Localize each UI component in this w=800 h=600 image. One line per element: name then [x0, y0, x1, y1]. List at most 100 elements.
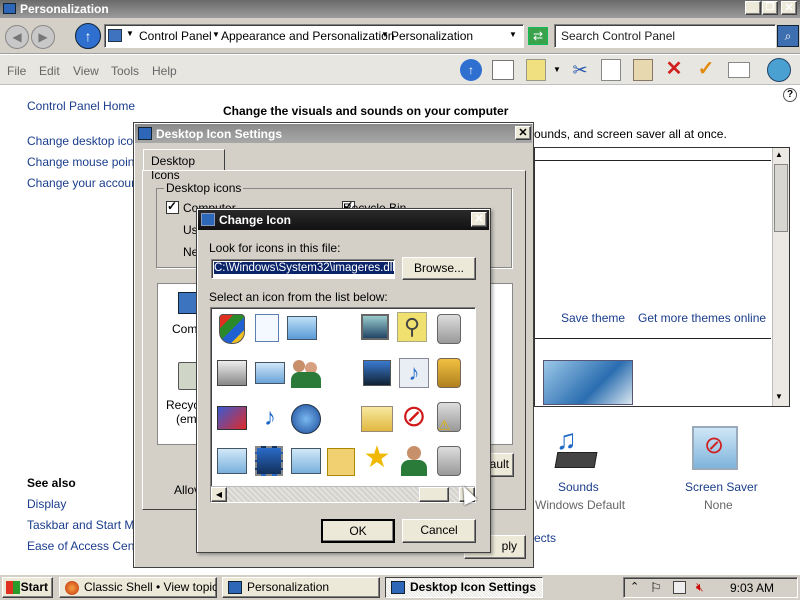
back-button[interactable]: ◀	[5, 25, 29, 49]
printer-icon[interactable]	[217, 360, 247, 386]
file-path-input[interactable]: C:\Windows\System32\imageres.dll	[211, 259, 395, 279]
cut-icon[interactable]: ✂	[569, 59, 591, 81]
icon-list-scrollbar[interactable]: ◀ ▶	[211, 486, 475, 502]
change-icon-close-button[interactable]: ✕	[471, 212, 487, 227]
theme-thumbnail[interactable]	[543, 360, 633, 405]
folders-icon[interactable]	[492, 60, 514, 80]
up-button[interactable]: ↑	[75, 23, 101, 49]
paste-icon[interactable]	[633, 59, 653, 81]
scroll-down-arrow[interactable]: ▼	[775, 392, 783, 401]
magnifier-icon[interactable]: ⚲	[397, 312, 427, 342]
scroll-up-arrow[interactable]: ▲	[775, 150, 783, 159]
change-account-link[interactable]: Change your account	[27, 176, 141, 190]
search-icon[interactable]: ⌕	[777, 25, 799, 47]
minimize-button[interactable]: _	[745, 1, 761, 15]
chevron-down-icon[interactable]: ▼	[212, 30, 220, 39]
no-entry-icon[interactable]: ⊘	[399, 402, 429, 432]
lock-icon[interactable]	[437, 314, 461, 344]
laptop-icon[interactable]	[217, 448, 247, 474]
start-button[interactable]: Start	[2, 577, 53, 598]
change-mouse-pointer-link[interactable]: Change mouse pointe	[27, 155, 144, 169]
check-icon[interactable]: ✓	[695, 58, 717, 80]
menu-tools[interactable]: Tools	[111, 64, 139, 78]
close-button[interactable]: ✕	[781, 1, 797, 15]
network-icon[interactable]	[673, 581, 686, 594]
padlock-icon[interactable]	[437, 358, 461, 388]
monitor-icon[interactable]	[361, 314, 389, 340]
user-icon[interactable]	[401, 444, 427, 476]
favorites-folder-icon[interactable]	[327, 448, 355, 476]
laptop-icon[interactable]	[287, 316, 317, 340]
menu-help[interactable]: Help	[152, 64, 177, 78]
scroll-left-arrow[interactable]: ◀	[211, 487, 227, 502]
views-icon[interactable]	[526, 59, 546, 81]
network-globe-icon[interactable]	[291, 404, 321, 434]
delete-icon[interactable]: ✕	[663, 58, 685, 80]
globe-icon[interactable]	[767, 58, 791, 82]
dis-tab-desktop-icons[interactable]: Desktop Icons	[143, 149, 225, 182]
chevron-down-icon[interactable]: ▼	[126, 29, 134, 38]
taskbar-item-classic-shell[interactable]: Classic Shell • View topic ...	[59, 577, 217, 598]
shield-icon[interactable]	[219, 314, 245, 344]
cancel-button[interactable]: Cancel	[402, 519, 476, 543]
music-note-icon[interactable]: ♪	[399, 358, 429, 388]
media-icon[interactable]	[217, 406, 247, 430]
control-panel-home-link[interactable]: Control Panel Home	[27, 99, 135, 113]
flag-icon[interactable]: ⚐	[650, 580, 662, 596]
ok-button[interactable]: OK	[321, 519, 395, 543]
music-note-icon[interactable]: ♪	[255, 404, 285, 432]
change-desktop-icons-link[interactable]: Change desktop icons	[27, 134, 146, 148]
computer-checkbox[interactable]	[166, 199, 179, 214]
menu-file[interactable]: File	[7, 64, 26, 78]
up-folder-icon[interactable]: ↑	[460, 59, 482, 81]
theme-list-scrollbar[interactable]: ▲ ▼	[772, 148, 789, 406]
menu-edit[interactable]: Edit	[39, 64, 60, 78]
laptop-icon[interactable]	[255, 362, 285, 384]
warning-lock-icon[interactable]: ⚠	[437, 402, 461, 433]
effects-link-fragment[interactable]: ects	[534, 531, 556, 545]
save-theme-link[interactable]: Save theme	[561, 311, 625, 325]
menu-view[interactable]: View	[73, 64, 99, 78]
chevron-down-icon[interactable]: ▼	[509, 30, 517, 39]
taskbar-item-desktop-icon-settings[interactable]: Desktop Icon Settings	[385, 577, 543, 598]
breadcrumb-appearance[interactable]: Appearance and Personalization	[221, 29, 394, 43]
document-icon[interactable]	[255, 314, 279, 342]
email-icon[interactable]	[728, 62, 750, 78]
chevron-up-icon[interactable]: ⌃	[630, 580, 639, 593]
restore-button[interactable]: ❐	[762, 1, 778, 15]
breadcrumb-personalization[interactable]: Personalization	[391, 29, 473, 43]
breadcrumb-control-panel[interactable]: Control Panel	[139, 29, 212, 43]
network-computer-icon[interactable]	[363, 360, 391, 386]
see-also-display-link[interactable]: Display	[27, 497, 66, 511]
folder-window-icon[interactable]	[361, 406, 393, 432]
copy-icon[interactable]	[601, 59, 621, 81]
scroll-thumb[interactable]	[419, 487, 449, 502]
sounds-link[interactable]: Sounds	[558, 480, 599, 494]
star-icon[interactable]: ★	[361, 442, 393, 474]
refresh-icon[interactable]: ⇄	[528, 27, 548, 45]
icon-list[interactable]: ⚲ ♪ ♪ ⊘ ⚠ ★ ◀ ▶	[210, 307, 476, 503]
search-input[interactable]: Search Control Panel	[554, 24, 776, 48]
more-themes-link[interactable]: Get more themes online	[638, 311, 766, 325]
lock-icon[interactable]	[437, 446, 461, 476]
screen-saver-link[interactable]: Screen Saver	[685, 480, 758, 494]
chevron-down-icon[interactable]: ▼	[381, 30, 389, 39]
film-icon[interactable]	[255, 446, 283, 476]
laptop-icon[interactable]	[291, 448, 321, 474]
browse-button[interactable]: Browse...	[402, 257, 476, 280]
dis-close-button[interactable]: ✕	[515, 126, 531, 140]
users-icon[interactable]	[291, 358, 321, 388]
forward-button[interactable]: ▶	[31, 25, 55, 49]
see-also-taskbar-link[interactable]: Taskbar and Start Men	[27, 518, 148, 532]
see-also-ease-link[interactable]: Ease of Access Cente	[27, 539, 144, 553]
address-bar[interactable]: ▼ Control Panel ▼ Appearance and Persona…	[104, 24, 524, 48]
screen-saver-icon[interactable]: ⊘	[692, 426, 738, 470]
window-titlebar: Personalization _ ❐ ✕	[0, 0, 800, 18]
sounds-icon[interactable]: ♫	[552, 424, 600, 472]
help-icon[interactable]: ?	[783, 88, 797, 102]
taskbar-item-personalization[interactable]: Personalization	[222, 577, 380, 598]
volume-muted-icon[interactable]: 🔇︎	[696, 580, 704, 595]
chevron-down-icon[interactable]: ▼	[553, 65, 561, 74]
clock[interactable]: 9:03 AM	[730, 581, 774, 595]
scroll-thumb[interactable]	[774, 164, 788, 232]
